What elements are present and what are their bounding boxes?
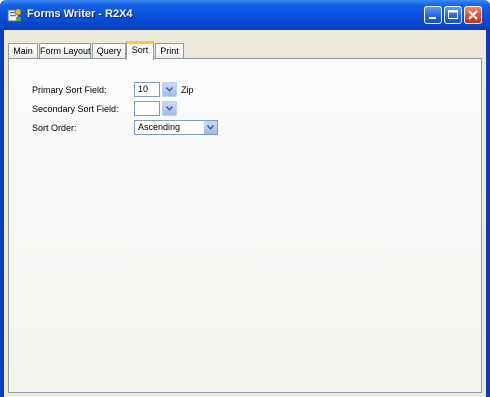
close-button[interactable] — [464, 6, 482, 24]
app-window: Forms Writer - R2X4 Main Form Layout Que… — [0, 0, 490, 397]
maximize-icon — [448, 10, 458, 19]
chevron-down-icon — [166, 87, 173, 92]
primary-sort-dropdown-button[interactable] — [162, 82, 177, 97]
window-title: Forms Writer - R2X4 — [27, 8, 133, 20]
secondary-sort-dropdown-button[interactable] — [162, 101, 177, 116]
dialog-client-area: Main Form Layout Query Sort Print Primar… — [4, 30, 486, 397]
primary-sort-field-combo[interactable]: 10 — [134, 82, 160, 97]
secondary-sort-field-label: Secondary Sort Field: — [32, 104, 119, 114]
tab-query[interactable]: Query — [92, 43, 126, 59]
primary-sort-field-value: 10 — [138, 84, 149, 94]
maximize-button[interactable] — [444, 6, 462, 24]
primary-sort-field-name: Zip — [181, 85, 194, 95]
chevron-down-icon — [166, 106, 173, 111]
minimize-icon — [429, 17, 436, 19]
secondary-sort-field-combo[interactable] — [134, 101, 160, 116]
tab-strip: Main Form Layout Query Sort Print — [8, 41, 478, 60]
sort-order-value: Ascending — [138, 122, 181, 132]
sort-tab-panel: Primary Sort Field: 10 Zip Secondary Sor… — [8, 58, 482, 393]
tab-sort[interactable]: Sort — [126, 41, 154, 60]
title-bar[interactable]: Forms Writer - R2X4 — [0, 0, 490, 30]
chevron-down-icon — [207, 125, 214, 130]
sort-order-dropdown-button[interactable] — [203, 121, 217, 134]
close-icon — [468, 10, 478, 20]
tab-form-layout[interactable]: Form Layout — [39, 43, 91, 59]
primary-sort-field-label: Primary Sort Field: — [32, 85, 107, 95]
sort-order-label: Sort Order: — [32, 123, 77, 133]
minimize-button[interactable] — [424, 6, 442, 24]
sort-order-select[interactable]: Ascending — [134, 120, 218, 135]
app-icon — [7, 8, 22, 22]
tab-print[interactable]: Print — [155, 43, 184, 59]
tab-main[interactable]: Main — [8, 43, 38, 59]
